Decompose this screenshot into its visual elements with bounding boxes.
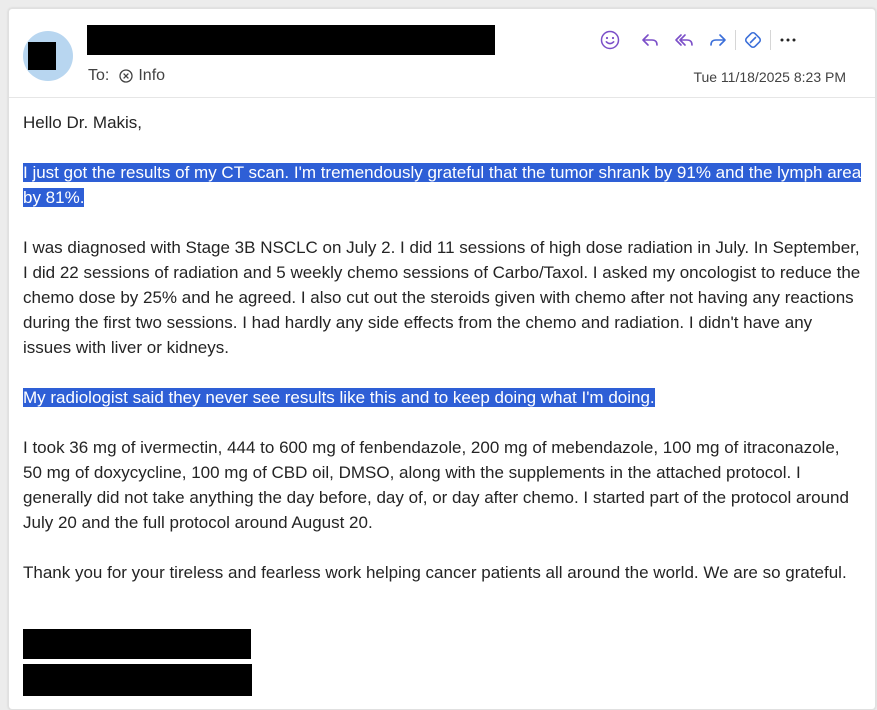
- more-icon: [780, 38, 796, 42]
- forward-icon: [710, 34, 726, 46]
- toolbar-divider: [770, 30, 771, 50]
- message-toolbar: [597, 27, 801, 53]
- forward-button[interactable]: [705, 27, 731, 53]
- more-actions-button[interactable]: [775, 27, 801, 53]
- recipient-name: Info: [138, 67, 166, 84]
- paragraph-diagnosis: I was diagnosed with Stage 3B NSCLC on J…: [23, 238, 861, 357]
- recipients-line: To: Info: [88, 67, 165, 85]
- highlighted-text: My radiologist said they never see resul…: [23, 388, 655, 407]
- message-body: Hello Dr. Makis, I just got the results …: [23, 110, 863, 585]
- loop-icon: [744, 31, 762, 49]
- paragraph-highlighted-results: I just got the results of my CT scan. I'…: [23, 160, 863, 210]
- highlighted-text: I just got the results of my CT scan. I'…: [23, 163, 862, 207]
- recipient-chip[interactable]: Info: [119, 67, 165, 85]
- loop-button[interactable]: [740, 27, 766, 53]
- email-message-card: To: Info Tue 11/18/2025 8:23 PM Hello Dr…: [8, 8, 876, 710]
- paragraph-thanks: Thank you for your tireless and fearless…: [23, 563, 847, 582]
- sender-avatar[interactable]: [23, 31, 73, 81]
- paragraph-protocol: I took 36 mg of ivermectin, 444 to 600 m…: [23, 438, 849, 532]
- reply-all-icon: [675, 34, 693, 46]
- sent-date: Tue 11/18/2025 8:23 PM: [693, 69, 846, 85]
- reply-button[interactable]: [637, 27, 663, 53]
- message-header: To: Info Tue 11/18/2025 8:23 PM: [9, 9, 875, 98]
- to-label: To:: [88, 67, 110, 84]
- redaction-bar: [28, 42, 56, 70]
- reply-icon: [642, 34, 658, 46]
- signature-redacted: [23, 664, 252, 696]
- paragraph-highlighted-radiologist: My radiologist said they never see resul…: [23, 385, 863, 410]
- toolbar-divider: [735, 30, 736, 50]
- sender-name-redacted: [87, 25, 495, 55]
- greeting: Hello Dr. Makis,: [23, 113, 143, 132]
- reply-all-button[interactable]: [671, 27, 697, 53]
- react-button[interactable]: [597, 27, 623, 53]
- signature-redacted: [23, 629, 251, 659]
- emoji-icon: [600, 30, 620, 50]
- remove-recipient-icon[interactable]: [119, 69, 133, 83]
